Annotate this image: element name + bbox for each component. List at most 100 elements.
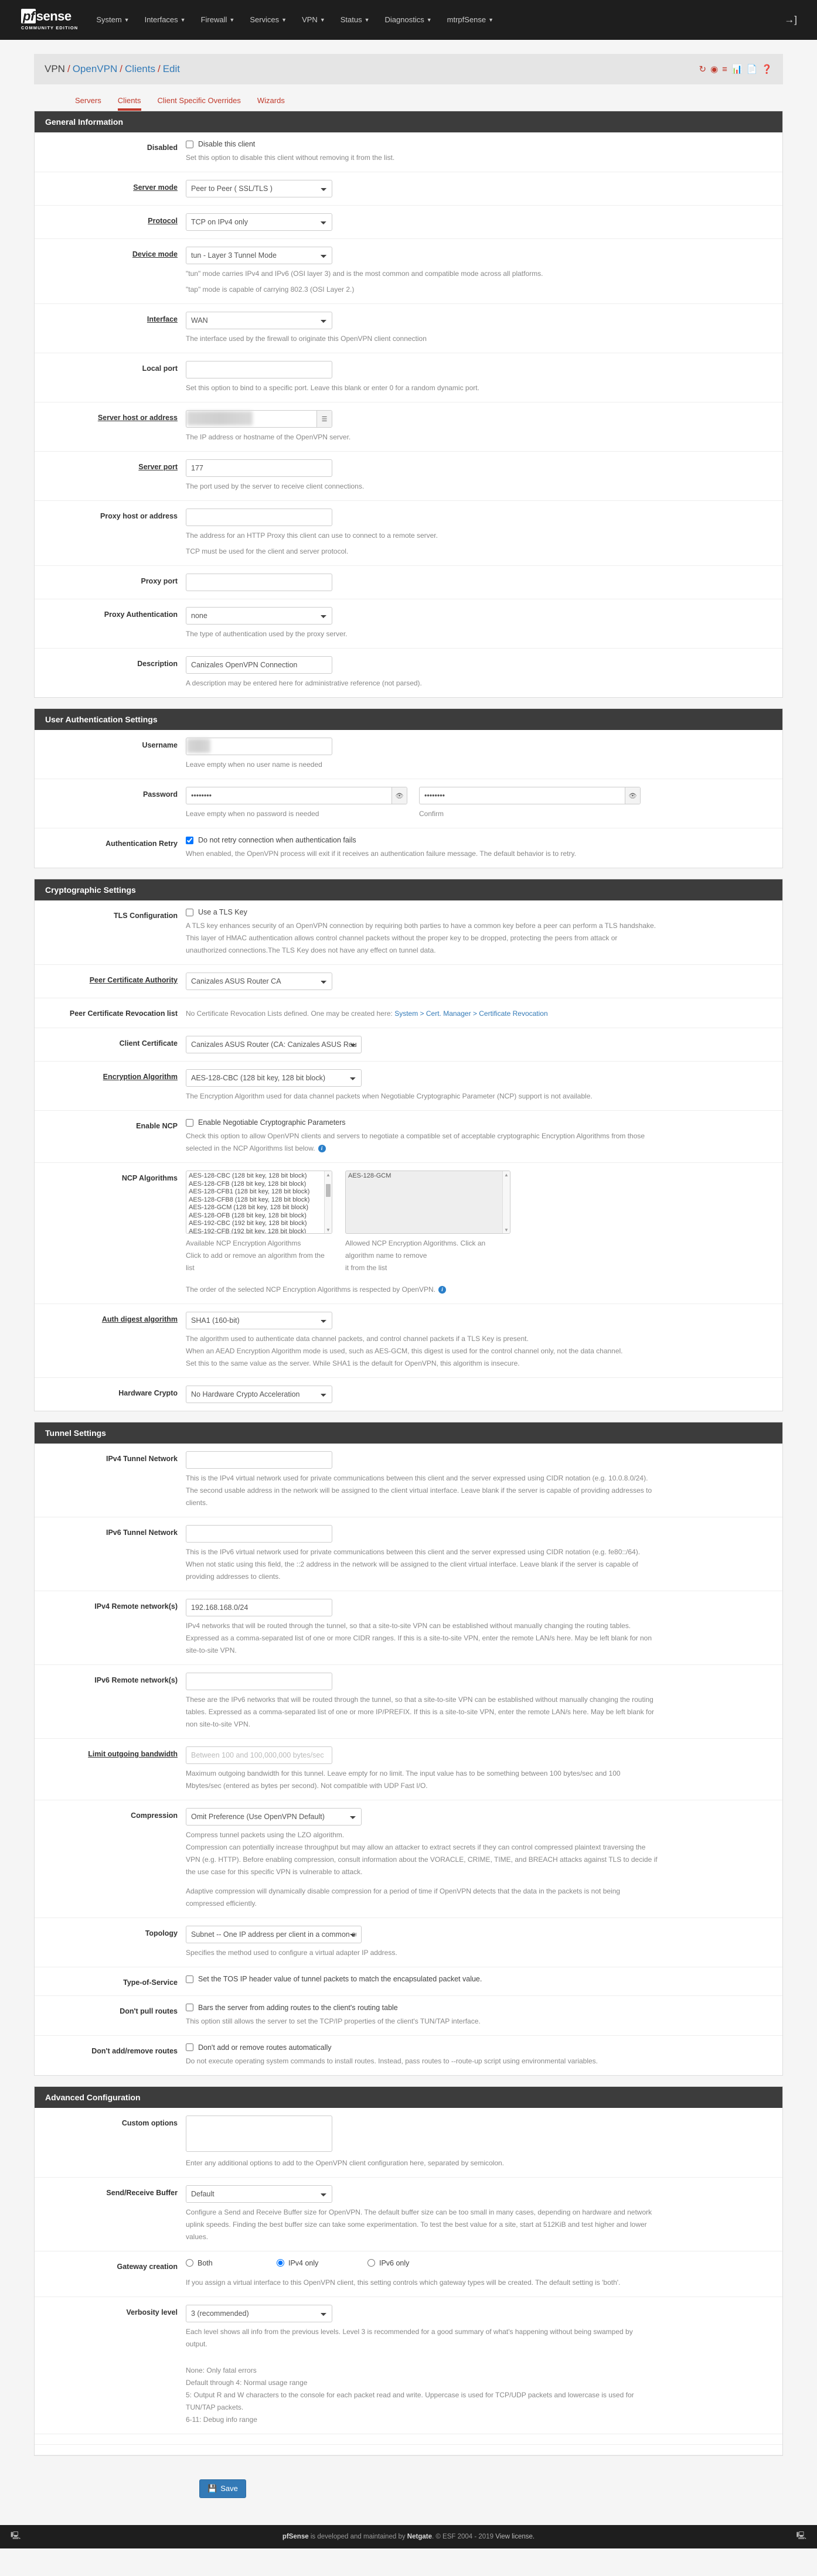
ipv6-tunnel-network-input[interactable] (186, 1525, 332, 1543)
limit-bandwidth-input[interactable] (186, 1746, 332, 1764)
protocol-select[interactable]: TCP on IPv4 only (186, 213, 332, 231)
topology-select[interactable]: Subnet -- One IP address per client in a… (186, 1926, 362, 1943)
ncp-allowed-scrollbar[interactable]: ▲ ▼ (502, 1171, 510, 1233)
hardware-crypto-select[interactable]: No Hardware Crypto Acceleration (186, 1386, 332, 1403)
scroll-up-icon[interactable]: ▲ (325, 1171, 332, 1178)
disable-client-checkbox[interactable] (186, 140, 193, 148)
pfsense-logo[interactable]: pf sense COMMUNITY EDITION (21, 8, 78, 30)
encryption-algorithm-select[interactable]: AES-128-CBC (128 bit key, 128 bit block) (186, 1069, 362, 1087)
auth-retry-checkbox-row[interactable]: Do not retry connection when authenticat… (186, 836, 771, 844)
record-icon[interactable]: ◉ (710, 65, 718, 74)
ipv4-tunnel-network-input[interactable] (186, 1451, 332, 1469)
gateway-radio-ipv4[interactable]: IPv4 only (277, 2259, 367, 2267)
enable-ncp-checkbox-row[interactable]: Enable Negotiable Cryptographic Paramete… (186, 1118, 771, 1127)
nav-item-services[interactable]: Services ▼ (242, 0, 294, 40)
ipv6-remote-networks-input[interactable] (186, 1673, 332, 1690)
scrollbar-thumb[interactable] (326, 1184, 331, 1197)
gateway-radio-both-input[interactable] (186, 2259, 193, 2267)
device-icon[interactable]: 🖳 (11, 2530, 21, 2543)
custom-options-textarea[interactable] (186, 2115, 332, 2152)
gateway-radio-ipv4-input[interactable] (277, 2259, 284, 2267)
peer-ca-select[interactable]: Canizales ASUS Router CA (186, 973, 332, 990)
ncp-allowed-item[interactable]: AES-128-GCM (348, 1172, 510, 1180)
ncp-available-item[interactable]: AES-128-CFB1 (128 bit key, 128 bit block… (189, 1188, 332, 1196)
proxy-auth-select[interactable]: none (186, 607, 332, 625)
cert-manager-link[interactable]: System > Cert. Manager > Certificate Rev… (394, 1009, 547, 1018)
dont-add-remove-routes-checkbox-row[interactable]: Don't add or remove routes automatically (186, 2043, 771, 2052)
ncp-available-item[interactable]: AES-128-CFB (128 bit key, 128 bit block) (189, 1180, 332, 1189)
enable-ncp-checkbox[interactable] (186, 1118, 193, 1127)
nav-item-firewall[interactable]: Firewall ▼ (193, 0, 243, 40)
device-icon[interactable]: 🖳 (796, 2530, 806, 2543)
info-icon[interactable]: i (318, 1145, 326, 1153)
breadcrumb-vpn: VPN (45, 63, 65, 74)
logout-icon[interactable]: →] (777, 14, 804, 26)
ncp-available-scrollbar[interactable]: ▲ ▼ (324, 1171, 332, 1233)
restart-icon[interactable]: ↻ (699, 65, 707, 74)
server-port-input[interactable] (186, 459, 332, 477)
proxy-host-input[interactable] (186, 509, 332, 526)
chart-icon[interactable]: 📊 (731, 65, 743, 74)
tls-key-checkbox[interactable] (186, 908, 193, 916)
nav-item-mtrpfsense[interactable]: mtrpfSense ▼ (440, 0, 501, 40)
log-icon[interactable]: 📄 (747, 65, 758, 74)
scroll-down-icon[interactable]: ▼ (325, 1226, 332, 1233)
disable-client-checkbox-row[interactable]: Disable this client (186, 140, 771, 148)
nav-item-diagnostics[interactable]: Diagnostics ▼ (377, 0, 440, 40)
device-mode-select[interactable]: tun - Layer 3 Tunnel Mode (186, 247, 332, 264)
dont-pull-routes-checkbox[interactable] (186, 2004, 193, 2012)
help-icon[interactable]: ❓ (761, 65, 772, 74)
server-mode-select[interactable]: Peer to Peer ( SSL/TLS ) (186, 180, 332, 197)
client-certificate-select[interactable]: Canizales ASUS Router (CA: Canizales ASU… (186, 1036, 362, 1053)
eye-icon[interactable]: 👁 (625, 787, 640, 804)
nav-item-vpn[interactable]: VPN ▼ (294, 0, 333, 40)
proxy-port-input[interactable] (186, 574, 332, 591)
ncp-available-item[interactable]: AES-128-CFB8 (128 bit key, 128 bit block… (189, 1196, 332, 1205)
scroll-up-icon[interactable]: ▲ (503, 1171, 510, 1178)
eye-icon[interactable]: 👁 (392, 787, 407, 804)
dont-add-remove-routes-checkbox[interactable] (186, 2043, 193, 2052)
interface-select[interactable]: WAN (186, 312, 332, 329)
auth-digest-select[interactable]: SHA1 (160-bit) (186, 1312, 332, 1329)
auth-retry-checkbox[interactable] (186, 836, 193, 844)
tls-key-checkbox-row[interactable]: Use a TLS Key (186, 908, 771, 916)
verbosity-level-select[interactable]: 3 (recommended) (186, 2304, 332, 2322)
tos-checkbox[interactable] (186, 1975, 193, 1983)
save-button[interactable]: 💾 Save (199, 2479, 246, 2498)
ncp-available-item[interactable]: AES-192-CBC (192 bit key, 128 bit block) (189, 1220, 332, 1228)
dont-pull-routes-checkbox-row[interactable]: Bars the server from adding routes to th… (186, 2004, 771, 2012)
nav-item-status[interactable]: Status ▼ (333, 0, 377, 40)
password-input[interactable] (186, 787, 407, 804)
description-input[interactable] (186, 656, 332, 674)
gateway-radio-ipv6-input[interactable] (367, 2259, 375, 2267)
help-buffer-1: Configure a Send and Receive Buffer size… (186, 2207, 652, 2216)
send-receive-buffer-select[interactable]: Default (186, 2185, 332, 2203)
tab-client-specific-overrides[interactable]: Client Specific Overrides (149, 94, 249, 111)
gateway-radio-ipv6[interactable]: IPv6 only (367, 2259, 458, 2267)
sliders-icon[interactable]: ≡ (722, 65, 727, 74)
breadcrumb-clients[interactable]: Clients (125, 63, 155, 74)
ncp-available-item[interactable]: AES-128-CBC (128 bit key, 128 bit block) (189, 1172, 332, 1180)
nav-item-system[interactable]: System ▼ (88, 0, 137, 40)
tab-wizards[interactable]: Wizards (249, 94, 293, 111)
tos-checkbox-row[interactable]: Set the TOS IP header value of tunnel pa… (186, 1975, 771, 1983)
ncp-available-item[interactable]: AES-128-GCM (128 bit key, 128 bit block) (189, 1204, 332, 1212)
view-license-link[interactable]: View license. (495, 2533, 535, 2540)
local-port-input[interactable] (186, 361, 332, 378)
tab-servers[interactable]: Servers (67, 94, 110, 111)
breadcrumb-openvpn[interactable]: OpenVPN (73, 63, 118, 74)
password-confirm-input[interactable] (419, 787, 641, 804)
compression-select[interactable]: Omit Preference (Use OpenVPN Default) (186, 1808, 362, 1826)
address-book-icon[interactable]: ☰ (316, 411, 332, 427)
ncp-available-item[interactable]: AES-128-OFB (128 bit key, 128 bit block) (189, 1212, 332, 1220)
ipv4-remote-networks-input[interactable] (186, 1599, 332, 1616)
gateway-radio-both[interactable]: Both (186, 2259, 277, 2267)
ncp-available-item[interactable]: AES-192-CFB (192 bit key, 128 bit block) (189, 1228, 332, 1234)
nav-item-interfaces[interactable]: Interfaces ▼ (137, 0, 193, 40)
tab-clients[interactable]: Clients (110, 94, 149, 111)
help-ipv6-remote-1: These are the IPv6 networks that will be… (186, 1695, 653, 1704)
ncp-allowed-listbox[interactable]: AES-128-GCM ▲ ▼ (345, 1171, 510, 1234)
scroll-down-icon[interactable]: ▼ (503, 1226, 510, 1233)
ncp-available-listbox[interactable]: AES-128-CBC (128 bit key, 128 bit block)… (186, 1171, 332, 1234)
info-icon[interactable]: i (438, 1286, 446, 1294)
